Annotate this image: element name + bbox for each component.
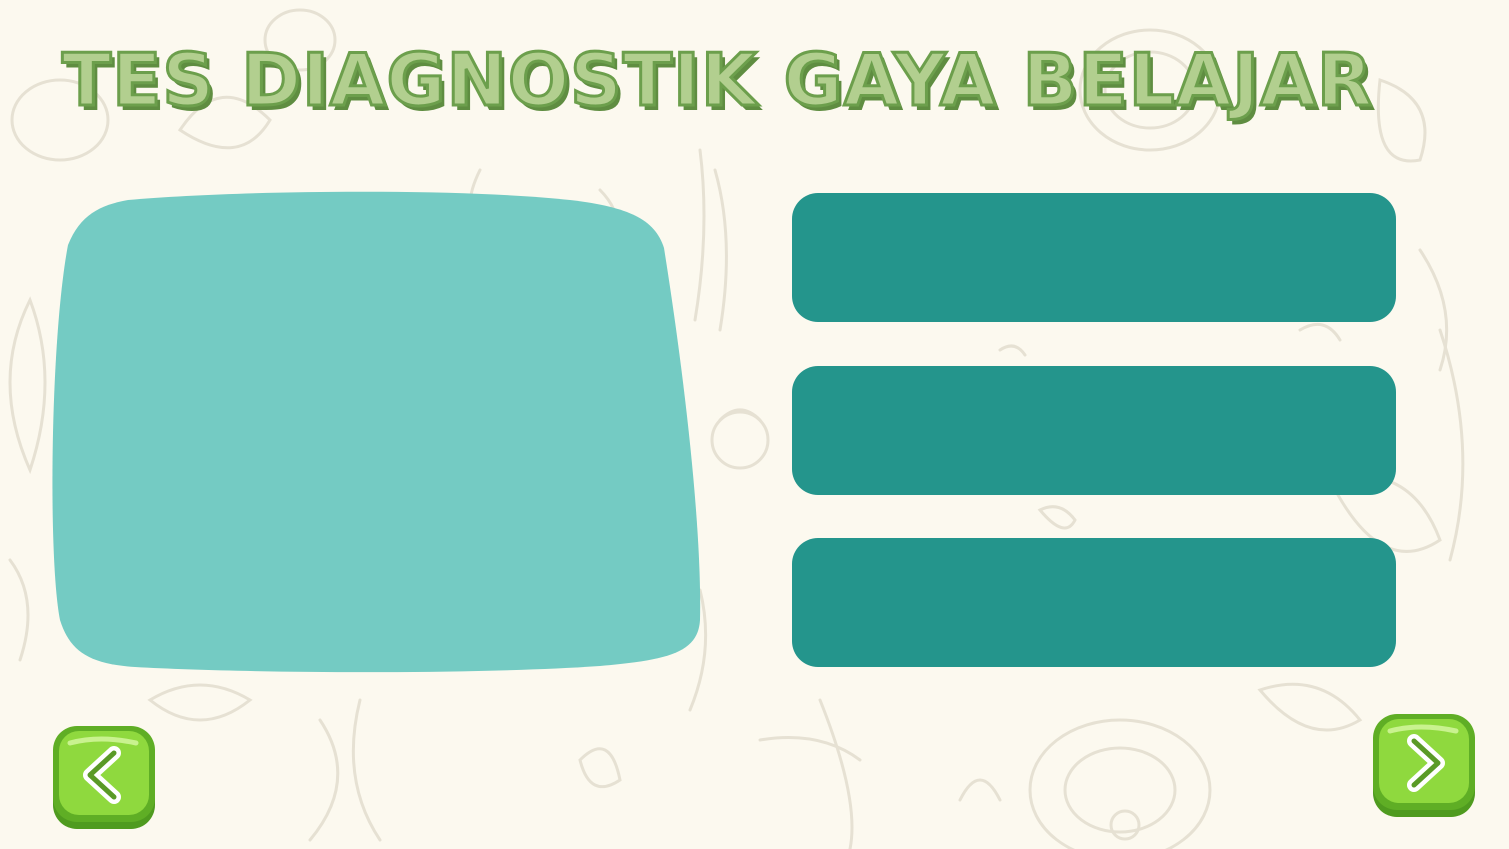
answer-option-2[interactable] bbox=[792, 366, 1396, 495]
answer-option-1[interactable] bbox=[792, 193, 1396, 322]
content-panel bbox=[40, 180, 715, 685]
page-title: TES DIAGNOSTIK GAYA BELAJAR bbox=[61, 37, 1374, 124]
answer-option-3[interactable] bbox=[792, 538, 1396, 667]
chevron-right-icon bbox=[1373, 714, 1475, 817]
next-button[interactable] bbox=[1370, 711, 1478, 819]
previous-button[interactable] bbox=[50, 723, 158, 831]
chevron-left-icon bbox=[53, 726, 155, 829]
